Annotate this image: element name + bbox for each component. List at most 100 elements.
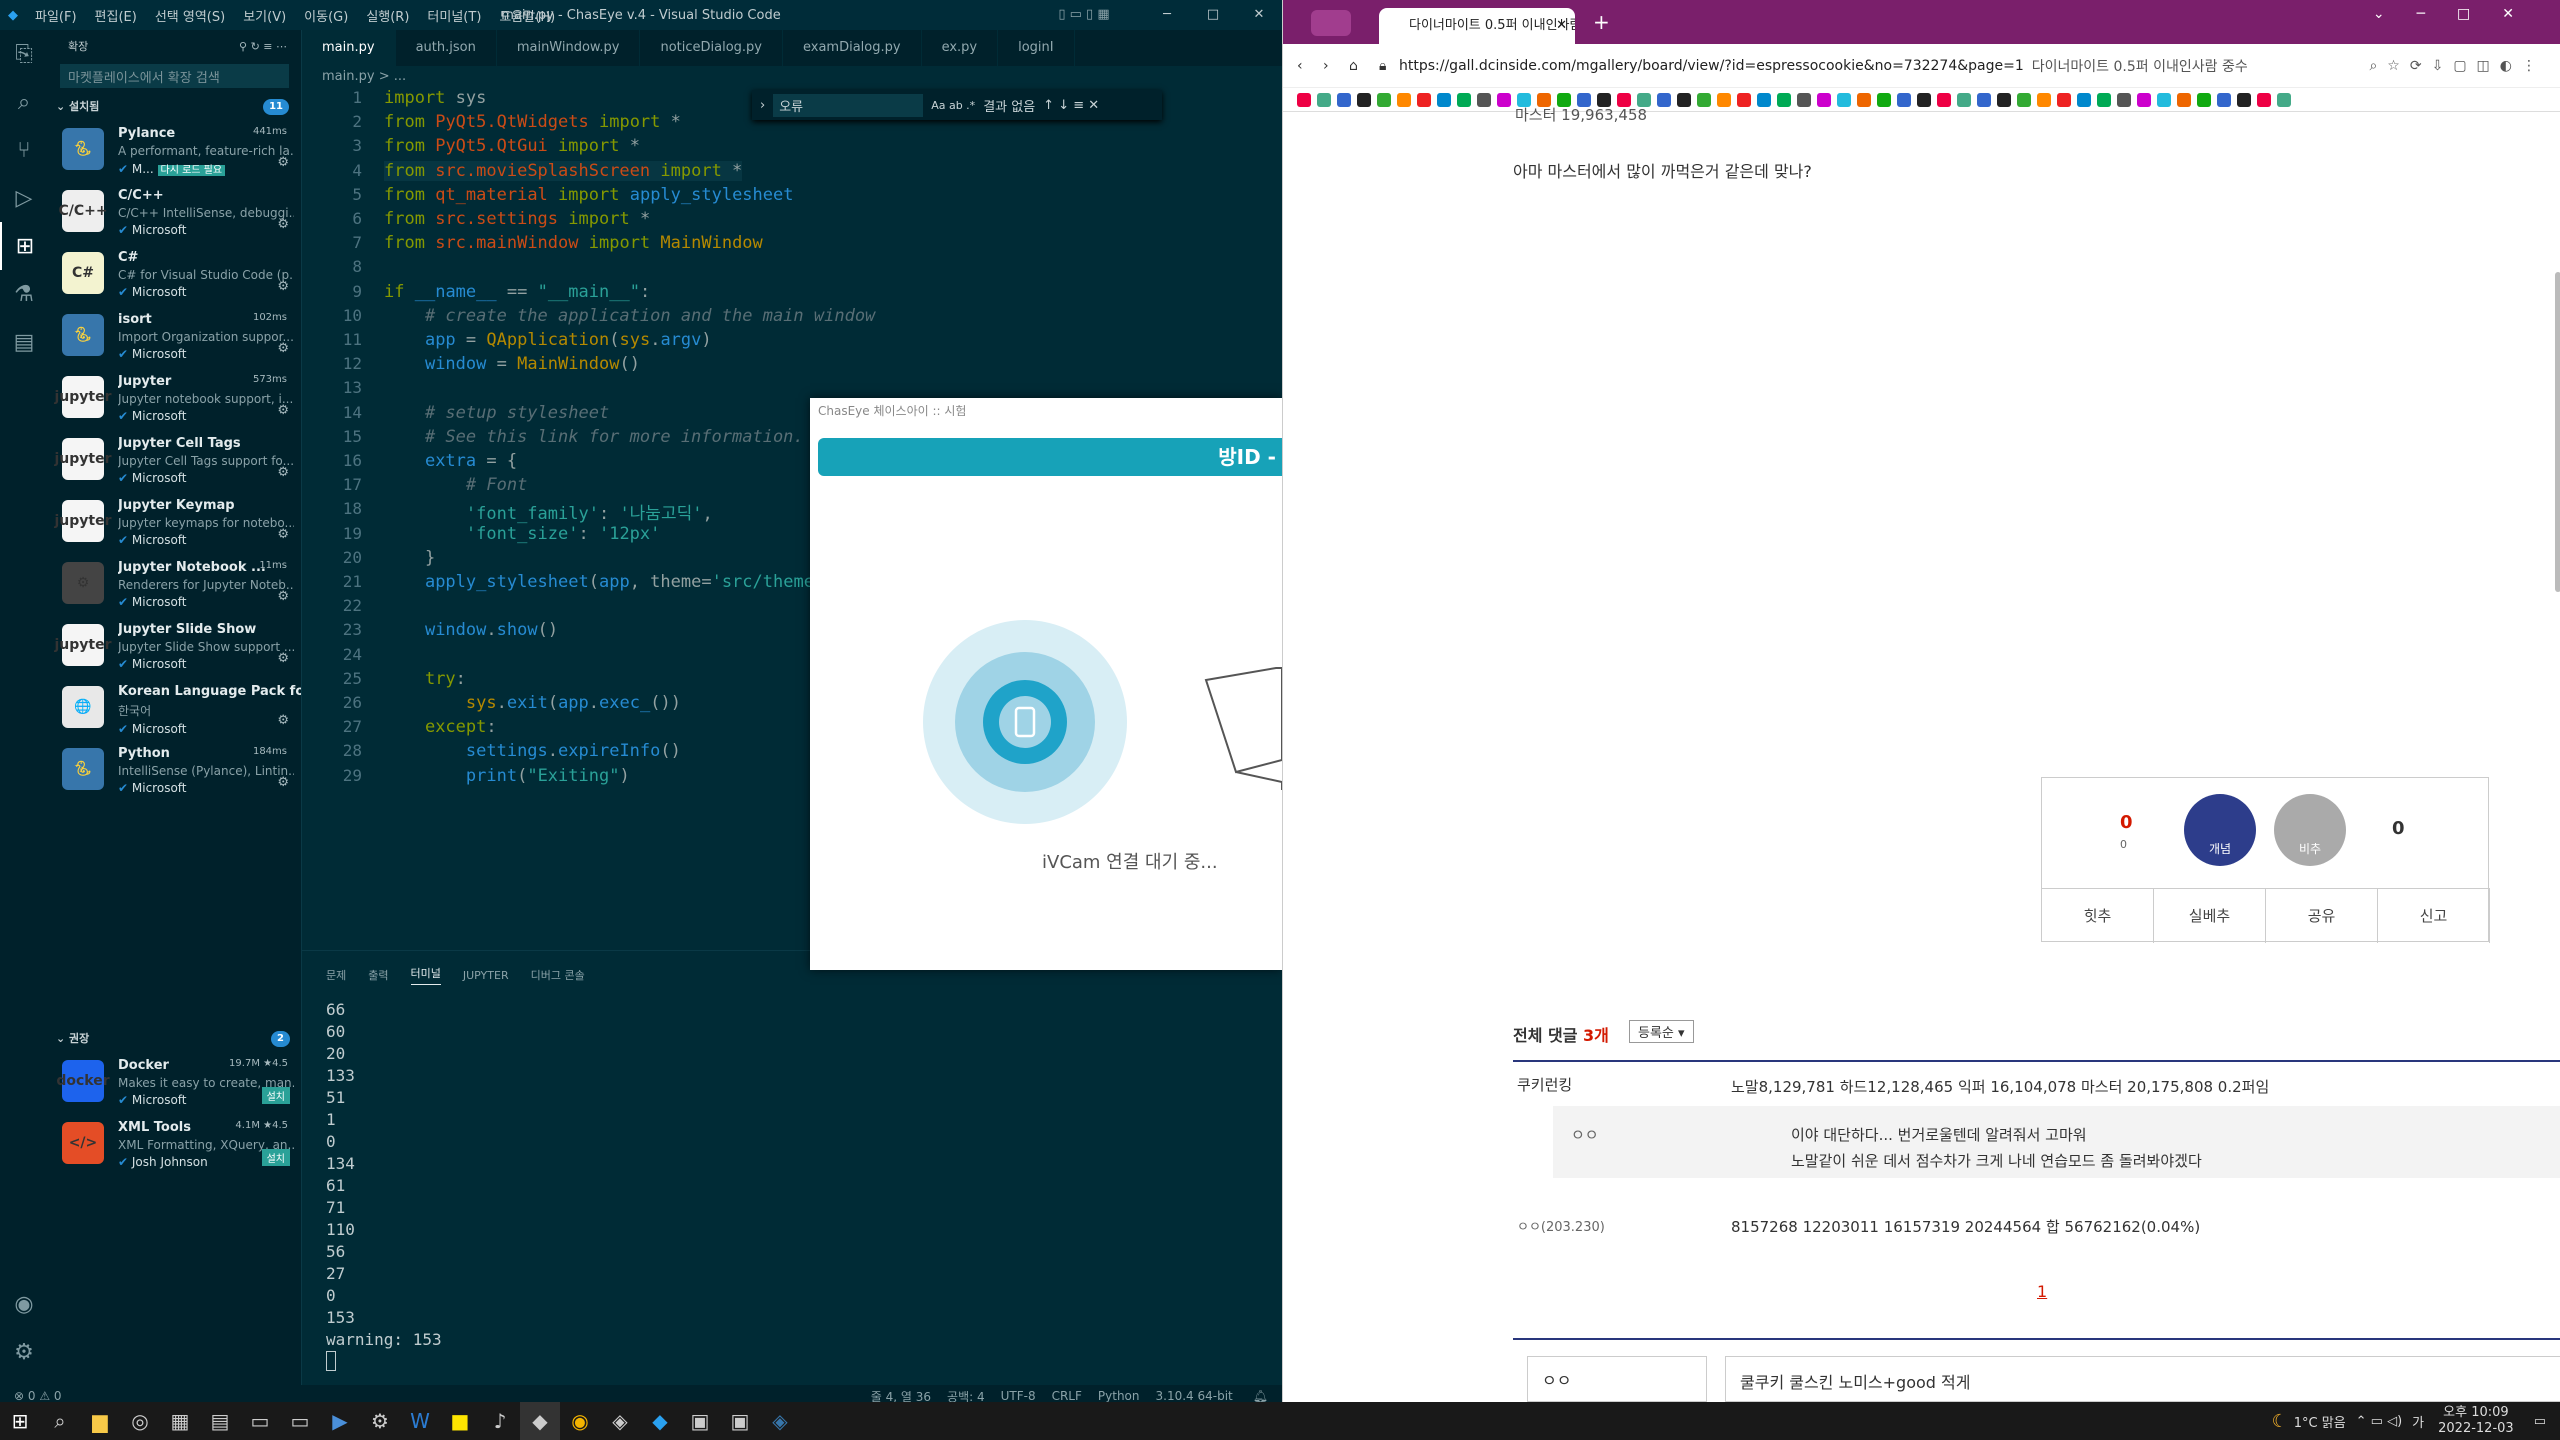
chevron-right-icon[interactable]: › [760,98,765,113]
app-icon[interactable]: ◆ [520,1402,560,1440]
language-status[interactable]: Python [1098,1389,1140,1403]
bookmark-icon[interactable] [1297,92,1311,107]
extension-icons[interactable]: ⌕☆⟳⇩▢◫◐⋮ [2369,58,2546,74]
bookmark-icon[interactable] [2057,92,2071,107]
search-icon[interactable]: ⌕ [0,78,48,126]
code-line[interactable]: extra = { [384,451,517,471]
manage-gear-icon[interactable]: ⚙ [277,155,289,170]
bookmark-icon[interactable] [1857,92,1871,107]
notification-icon[interactable]: ▭ [2534,1414,2546,1429]
bookmark-icon[interactable] [2077,92,2091,107]
bookmark-icon[interactable] [1397,92,1411,107]
editor-tab[interactable]: mainWindow.py [497,30,641,66]
weather-text[interactable]: 1°C 맑음 [2294,1412,2346,1431]
search-icon[interactable]: ⌕ [40,1402,80,1440]
code-line[interactable]: window = MainWindow() [384,354,640,374]
code-line[interactable]: from src.movieSplashScreen import * [384,160,743,181]
menu-item[interactable]: 보기(V) [243,10,286,25]
bookmark-icon[interactable] [2137,92,2151,107]
editor-tab[interactable]: ex.py [922,30,999,66]
code-line[interactable]: app = QApplication(sys.argv) [384,330,712,350]
code-line[interactable]: from PyQt5.QtWidgets import * [384,112,681,132]
editor-tab[interactable]: main.py [302,30,396,66]
bookmark-icon[interactable] [2237,92,2251,107]
comment-textarea[interactable]: 쿨쿠키 쿨스킨 노미스+good 적게 [1725,1356,2560,1402]
editor-tab[interactable]: loginI [998,30,1075,66]
installed-section-header[interactable]: ⌄ 설치됨 11 [48,96,301,118]
bookmark-icon[interactable] [1497,92,1511,107]
bookmark-icon[interactable] [1437,92,1451,107]
code-line[interactable]: sys.exit(app.exec_()) [384,693,681,713]
settings-gear-icon[interactable]: ⚙ [0,1328,48,1376]
remote-icon[interactable]: ▤ [0,318,48,366]
bookmark-icon[interactable] [1417,92,1431,107]
bookmark-icon[interactable] [1917,92,1931,107]
bookmark-icon[interactable] [1477,92,1491,107]
bookmark-icon[interactable] [1757,92,1771,107]
interpreter-status[interactable]: 3.10.4 64-bit [1156,1389,1233,1403]
code-line[interactable]: try: [384,669,466,689]
minimize-button[interactable]: ─ [1144,0,1190,30]
app-icon[interactable]: ▣ [720,1402,760,1440]
file-explorer-icon[interactable]: ▆ [80,1402,120,1440]
menu-item[interactable]: 선택 영역(S) [155,10,225,25]
extension-item[interactable]: jupyter Jupyter Jupyter notebook support… [48,366,301,428]
install-button[interactable]: 설치 [261,1149,290,1166]
bookmark-icon[interactable] [2157,92,2171,107]
word-icon[interactable]: W [400,1402,440,1440]
extension-item[interactable]: jupyter Jupyter Cell Tags Jupyter Cell T… [48,428,301,490]
python-icon[interactable]: ◈ [760,1402,800,1440]
recommended-section-header[interactable]: ⌄ 권장 2 [48,1028,302,1050]
find-input[interactable]: 오류 [773,93,924,117]
weather-icon[interactable]: ☾ [2272,1411,2288,1432]
editor-tab[interactable]: noticeDialog.py [640,30,783,66]
app-icon[interactable]: ▭ [280,1402,320,1440]
comment-author[interactable]: 쿠키런킹 [1517,1074,1572,1095]
extension-item[interactable]: ⚙ Jupyter Notebook ... Renderers for Jup… [48,552,301,614]
bookmark-icon[interactable] [1977,92,1991,107]
extension-item[interactable]: 🐍︎ Pylance A performant, feature-rich la… [48,118,301,180]
name-input[interactable]: ㅇㅇ [1527,1356,1707,1402]
code-line[interactable]: import sys [384,88,486,108]
code-line[interactable]: if __name__ == "__main__": [384,282,650,302]
window-controls[interactable]: ⌄─□✕ [2373,6,2546,22]
bookmark-icon[interactable] [2277,92,2291,107]
code-line[interactable]: # Font [384,475,527,495]
code-line[interactable]: window.show() [384,620,558,640]
code-line[interactable]: from src.mainWindow import MainWindow [384,233,763,253]
code-line[interactable]: # See this link for more information. [384,427,804,447]
extension-item[interactable]: jupyter Jupyter Keymap Jupyter keymaps f… [48,490,301,552]
bookmark-icon[interactable] [2017,92,2031,107]
bookmark-icon[interactable] [1737,92,1751,107]
extension-item[interactable]: 🐍︎ isort Import Organization suppor... ✔… [48,304,301,366]
bookmark-icon[interactable] [1697,92,1711,107]
tray-icons[interactable]: ⌃ ▭ ◁) [2356,1414,2403,1429]
manage-gear-icon[interactable]: ⚙ [277,527,289,542]
vote-action-button[interactable]: 신고 [2378,889,2490,943]
tab-close-icon[interactable]: ✕ [1556,8,1567,44]
bookmark-icon[interactable] [1777,92,1791,107]
breadcrumb[interactable]: main.py > ... [322,66,406,88]
code-line[interactable]: apply_stylesheet(app, theme='src/theme. [384,572,824,592]
url-field[interactable]: https://gall.dcinside.com/mgallery/board… [1399,58,2024,74]
menu-item[interactable]: 이동(G) [304,10,348,25]
extension-item[interactable]: 🌐 Korean Language Pack for... 한국어 ✔ Micr… [48,676,301,738]
page-number-link[interactable]: 1 [2037,1282,2047,1301]
bookmark-icon[interactable] [1997,92,2011,107]
manage-gear-icon[interactable]: ⚙ [277,589,289,604]
downvote-button[interactable]: 비추 [2274,794,2346,866]
code-line[interactable]: # create the application and the main wi… [384,306,875,326]
bookmark-icon[interactable] [2177,92,2191,107]
sort-select[interactable]: 등록순 ▾ [1629,1020,1694,1043]
explorer-icon[interactable]: ⎘ [0,30,48,78]
testing-icon[interactable]: ⚗ [0,270,48,318]
new-tab-button[interactable]: + [1593,10,1610,34]
bookmark-icon[interactable] [1457,92,1471,107]
extension-search-input[interactable]: 마켓플레이스에서 확장 검색 [60,64,289,88]
menu-item[interactable]: 도움말(H) [499,10,555,25]
code-line[interactable]: 'font_size': '12px' [384,524,661,544]
extension-item[interactable]: </> XML Tools XML Formatting, XQuery, an… [48,1112,302,1174]
calculator-icon[interactable]: ▦ [160,1402,200,1440]
code-line[interactable]: except: [384,717,497,737]
extension-item[interactable]: C# C# C# for Visual Studio Code (p... ✔ … [48,242,301,304]
